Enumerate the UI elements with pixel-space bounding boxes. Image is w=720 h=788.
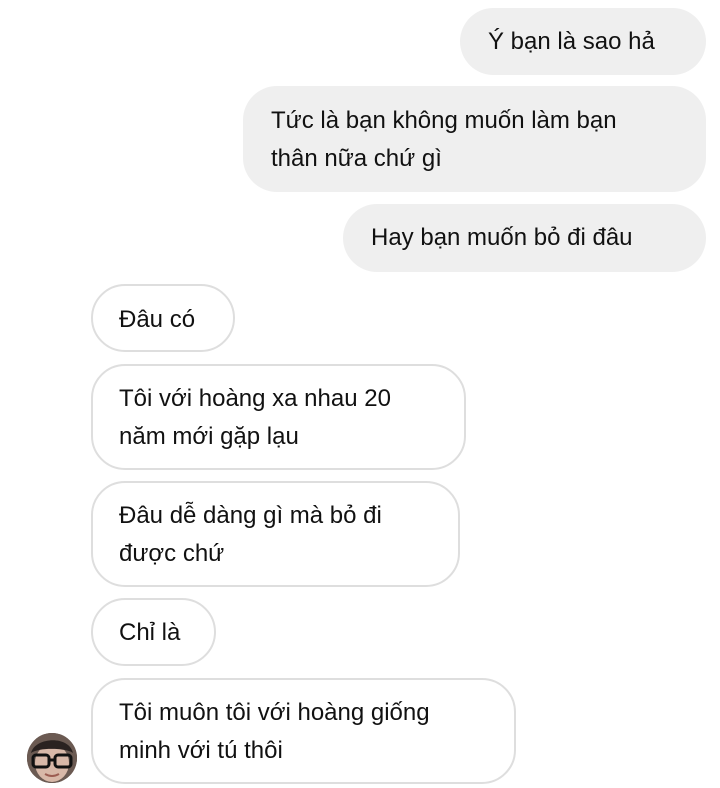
sent-message-bubble[interactable]: Ý bạn là sao hả [460, 8, 706, 75]
message-text: được chứ [119, 540, 225, 567]
sent-message-bubble[interactable]: Hay bạn muốn bỏ đi đâu [343, 204, 706, 272]
message-text: Tôi muôn tôi với hoàng giống [119, 699, 430, 726]
received-message-bubble[interactable]: Tôi muôn tôi với hoàng giống minh với tú… [91, 678, 516, 784]
received-message-bubble[interactable]: Đâu có [91, 284, 235, 352]
chat-thread: Ý bạn là sao hả Tức là bạn không muốn là… [0, 0, 720, 788]
received-message-bubble[interactable]: Tôi với hoàng xa nhau 20 năm mới gặp lạu [91, 364, 466, 470]
message-text: Đâu dễ dàng gì mà bỏ đi [119, 502, 382, 529]
message-text: năm mới gặp lạu [119, 423, 299, 450]
avatar-photo-icon [27, 733, 77, 783]
message-text: Tức là bạn không muốn làm bạn [271, 107, 617, 134]
contact-avatar[interactable] [27, 733, 77, 783]
received-message-bubble[interactable]: Chỉ là [91, 598, 216, 666]
message-text: thân nữa chứ gì [271, 145, 442, 172]
sent-message-bubble[interactable]: Tức là bạn không muốn làm bạn thân nữa c… [243, 86, 706, 192]
message-text: Ý bạn là sao hả [488, 28, 655, 55]
message-text: Hay bạn muốn bỏ đi đâu [371, 224, 633, 251]
message-text: Đâu có [119, 306, 196, 333]
message-text: minh với tú thôi [119, 737, 283, 764]
received-message-bubble[interactable]: Đâu dễ dàng gì mà bỏ đi được chứ [91, 481, 460, 587]
message-text: Chỉ là [119, 619, 181, 646]
message-text: Tôi với hoàng xa nhau 20 [119, 385, 391, 412]
